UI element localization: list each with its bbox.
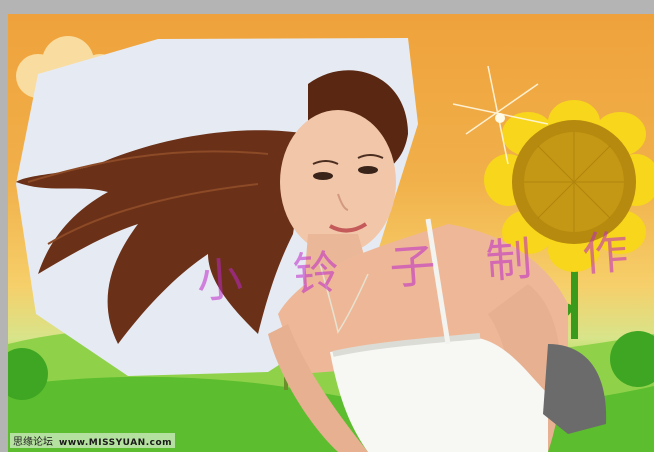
- image-frame: 小 铃 子 制 作 思缘论坛 www.MISSYUAN.com: [0, 0, 654, 452]
- credit-bar: 思缘论坛 www.MISSYUAN.com: [10, 433, 176, 448]
- photo-canvas: 小 铃 子 制 作 思缘论坛 www.MISSYUAN.com: [8, 14, 654, 452]
- forum-name: 思缘论坛: [13, 437, 53, 448]
- site-url[interactable]: www.MISSYUAN.com: [59, 438, 172, 448]
